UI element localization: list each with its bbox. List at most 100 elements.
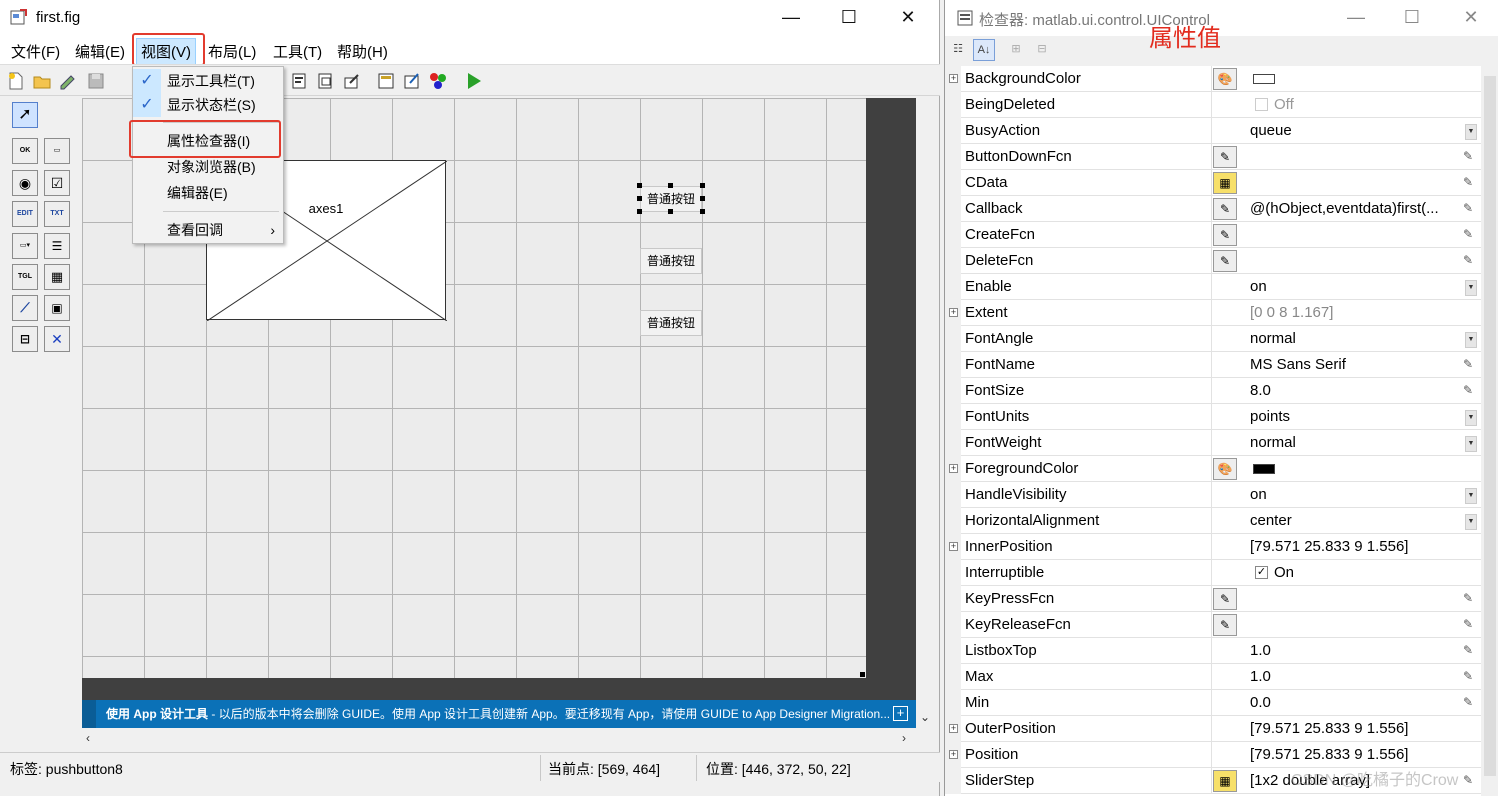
expand-icon[interactable]: + [949,464,958,473]
pencil-icon[interactable]: ✎ [1463,149,1473,163]
property-row-backgroundcolor[interactable]: + BackgroundColor 🎨 [945,66,1481,92]
sort-alphabetical-icon[interactable]: A↓ [973,39,995,61]
pushbutton[interactable]: 普通按钮 [640,310,702,336]
slider-tool-icon[interactable]: ▭ [44,138,70,164]
toggle-button-tool-icon[interactable]: TGL [12,264,38,290]
color-palette-icon[interactable]: 🎨 [1213,458,1237,480]
pencil-icon[interactable]: ✎ [1463,253,1473,267]
pencil-icon[interactable]: ✎ [1463,227,1473,241]
inspector-scrollbar[interactable] [1481,66,1498,796]
property-value[interactable]: [79.571 25.833 9 1.556] [1250,538,1408,555]
menu-layout[interactable]: 布局(L) [205,40,259,63]
popup-menu-tool-icon[interactable]: ▭▾ [12,233,38,259]
menu-edit[interactable]: 编辑(E) [72,40,128,63]
close-button[interactable]: ✕ [897,6,919,28]
property-row-horizontalalignment[interactable]: HorizontalAlignment center ▼ [945,508,1481,534]
selection-handle[interactable] [700,196,705,201]
property-value[interactable]: 0.0 [1250,694,1271,711]
activex-tool-icon[interactable]: ✕ [44,326,70,352]
expand-icon[interactable]: + [949,542,958,551]
callback-editor-icon[interactable]: ✎ [1213,588,1237,610]
dropdown-arrow-icon[interactable]: ▼ [1465,332,1477,348]
expand-icon[interactable]: + [949,724,958,733]
expand-all-icon[interactable]: ⊞ [1005,39,1027,61]
checkbox[interactable] [1255,98,1268,111]
property-value[interactable]: points [1250,408,1290,425]
selection-handle[interactable] [668,209,673,214]
callback-editor-icon[interactable]: ✎ [1213,250,1237,272]
banner-expand-icon[interactable]: + [893,706,908,721]
property-value[interactable]: on [1250,278,1267,295]
color-swatch[interactable] [1253,74,1275,84]
tab-order-icon[interactable] [342,71,362,91]
property-row-max[interactable]: Max 1.0 ✎ [945,664,1481,690]
property-row-innerposition[interactable]: + InnerPosition [79.571 25.833 9 1.556] [945,534,1481,560]
property-row-fontunits[interactable]: FontUnits points ▼ [945,404,1481,430]
menu-editor-icon[interactable] [316,71,336,91]
panel-tool-icon[interactable]: ▣ [44,295,70,321]
app-designer-banner[interactable]: 使用 App 设计工具 - 以后的版本中将会删除 GUIDE。使用 App 设计… [82,700,916,728]
property-row-busyaction[interactable]: BusyAction queue ▼ [945,118,1481,144]
pushbutton-tool-icon[interactable]: OK [12,138,38,164]
pencil-icon[interactable]: ✎ [1463,383,1473,397]
scroll-right-arrow-icon[interactable]: › [902,731,906,745]
radiobutton-tool-icon[interactable]: ◉ [12,170,38,196]
select-tool-icon[interactable]: ➚ [12,102,38,128]
minimize-button[interactable]: — [1345,6,1367,28]
categorize-icon[interactable]: ☷ [947,39,969,61]
pencil-icon[interactable]: ✎ [1463,175,1473,189]
callback-editor-icon[interactable]: ✎ [1213,146,1237,168]
property-row-fontweight[interactable]: FontWeight normal ▼ [945,430,1481,456]
selection-handle[interactable] [700,209,705,214]
property-value[interactable]: on [1250,486,1267,503]
property-row-foregroundcolor[interactable]: + ForegroundColor 🎨 [945,456,1481,482]
open-folder-icon[interactable] [32,71,52,91]
selection-handle[interactable] [637,209,642,214]
menu-show-statusbar[interactable]: ✓ 显示状态栏(S) [133,93,283,117]
menu-show-toolbar[interactable]: ✓ 显示工具栏(T) [133,69,283,93]
property-row-createfcn[interactable]: CreateFcn ✎ ✎ [945,222,1481,248]
scroll-down-arrow-icon[interactable]: ⌄ [920,710,930,724]
property-value[interactable]: 1.0 [1250,668,1271,685]
color-palette-icon[interactable]: 🎨 [1213,68,1237,90]
checkbox-tool-icon[interactable]: ☑ [44,170,70,196]
listbox-tool-icon[interactable]: ☰ [44,233,70,259]
property-value[interactable]: normal [1250,330,1296,347]
pencil-icon[interactable]: ✎ [1463,643,1473,657]
property-row-extent[interactable]: + Extent [0 0 8 1.167] [945,300,1481,326]
property-row-keypressfcn[interactable]: KeyPressFcn ✎ ✎ [945,586,1481,612]
menu-view-callbacks[interactable]: 查看回调 › [133,218,283,242]
array-editor-icon[interactable]: ▦ [1213,770,1237,792]
property-row-interruptible[interactable]: Interruptible ✓ On [945,560,1481,586]
static-text-tool-icon[interactable]: TXT [44,201,70,227]
scrollbar-thumb[interactable] [1484,76,1496,776]
mfile-editor-icon[interactable] [402,71,422,91]
menu-file[interactable]: 文件(F) [8,40,63,63]
menu-object-browser[interactable]: 对象浏览器(B) [133,155,283,179]
edit-icon[interactable] [58,71,78,91]
property-row-outerposition[interactable]: + OuterPosition [79.571 25.833 9 1.556] [945,716,1481,742]
object-browser-icon[interactable] [428,71,448,91]
selection-handle[interactable] [637,196,642,201]
minimize-button[interactable]: — [780,6,802,28]
pencil-icon[interactable]: ✎ [1463,201,1473,215]
dropdown-arrow-icon[interactable]: ▼ [1465,488,1477,504]
property-row-enable[interactable]: Enable on ▼ [945,274,1481,300]
collapse-all-icon[interactable]: ⊟ [1031,39,1053,61]
run-icon[interactable] [464,71,484,91]
toolbar-editor-icon[interactable] [376,71,396,91]
align-objects-icon[interactable] [290,71,310,91]
property-value[interactable]: @(hObject,eventdata)first(... [1250,200,1439,217]
property-row-keyreleasefcn[interactable]: KeyReleaseFcn ✎ ✎ [945,612,1481,638]
selection-handle[interactable] [637,183,642,188]
property-row-buttondownfcn[interactable]: ButtonDownFcn ✎ ✎ [945,144,1481,170]
button-group-tool-icon[interactable]: ⊟ [12,326,38,352]
property-value[interactable]: [79.571 25.833 9 1.556] [1250,720,1408,737]
pushbutton[interactable]: 普通按钮 [640,248,702,274]
property-row-callback[interactable]: Callback ✎ @(hObject,eventdata)first(... ✎ [945,196,1481,222]
checkbox[interactable]: ✓ [1255,566,1268,579]
save-icon[interactable] [86,71,106,91]
expand-icon[interactable]: + [949,308,958,317]
selection-handle[interactable] [700,183,705,188]
property-value[interactable]: center [1250,512,1292,529]
